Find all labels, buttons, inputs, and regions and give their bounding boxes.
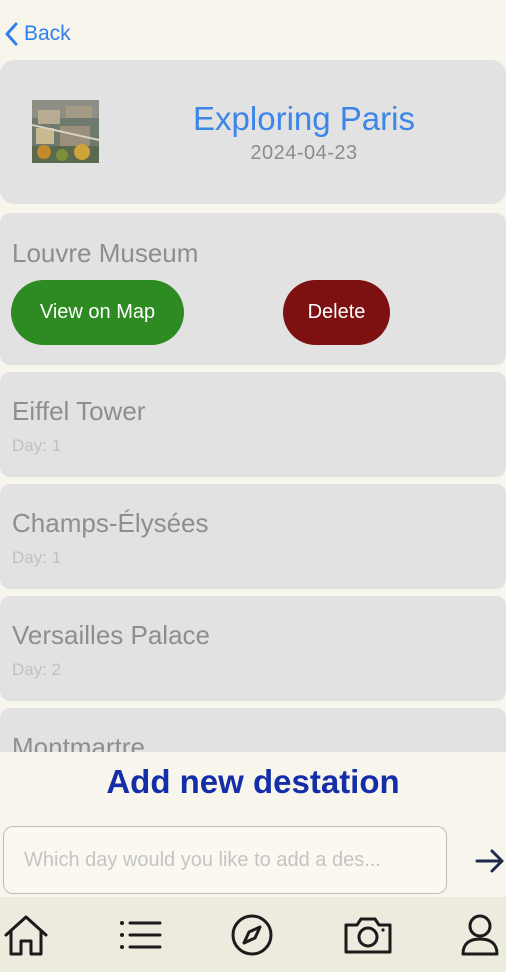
compass-icon [231, 914, 273, 956]
destination-item[interactable]: Champs-Élysées Day: 1 [0, 484, 506, 589]
back-label: Back [24, 22, 71, 45]
destination-name: Versailles Palace [12, 620, 210, 650]
destination-name: Montmartre [12, 732, 145, 752]
trip-header-card: Exploring Paris 2024-04-23 [0, 60, 506, 204]
profile-icon [461, 914, 499, 956]
destination-name: Eiffel Tower [12, 396, 146, 426]
view-on-map-button[interactable]: View on Map [11, 280, 184, 345]
tab-list[interactable] [114, 911, 166, 959]
arrow-right-icon [475, 849, 504, 873]
add-destination-heading: Add new destation [106, 763, 400, 800]
destination-day: Day: 1 [12, 548, 62, 567]
destination-name: Louvre Museum [12, 238, 199, 268]
camera-icon [344, 917, 392, 954]
destination-day: Day: 2 [12, 660, 62, 679]
day-input[interactable] [3, 826, 447, 894]
destination-day: Day: 1 [12, 436, 62, 455]
tab-explore[interactable] [226, 911, 278, 959]
delete-button[interactable]: Delete [283, 280, 390, 345]
home-icon [4, 915, 48, 956]
destination-item[interactable]: Montmartre [0, 708, 506, 752]
chevron-left-icon [5, 22, 18, 46]
trip-title: Exploring Paris [193, 100, 415, 137]
trip-thumbnail [32, 100, 99, 163]
destination-item[interactable]: Eiffel Tower Day: 1 [0, 372, 506, 477]
trip-date: 2024-04-23 [250, 142, 358, 164]
list-icon [120, 921, 162, 949]
back-button[interactable]: Back [4, 20, 71, 48]
tab-profile[interactable] [454, 911, 506, 959]
submit-button[interactable] [474, 846, 506, 876]
destination-item[interactable]: Versailles Palace Day: 2 [0, 596, 506, 701]
tab-camera[interactable] [342, 911, 394, 959]
destination-list[interactable]: Louvre Museum View on Map Delete Eiffel … [0, 213, 506, 752]
destination-item-expanded[interactable]: Louvre Museum View on Map Delete [0, 213, 506, 365]
destination-name: Champs-Élysées [12, 508, 209, 538]
tab-home[interactable] [0, 911, 52, 959]
tab-bar [0, 897, 506, 972]
